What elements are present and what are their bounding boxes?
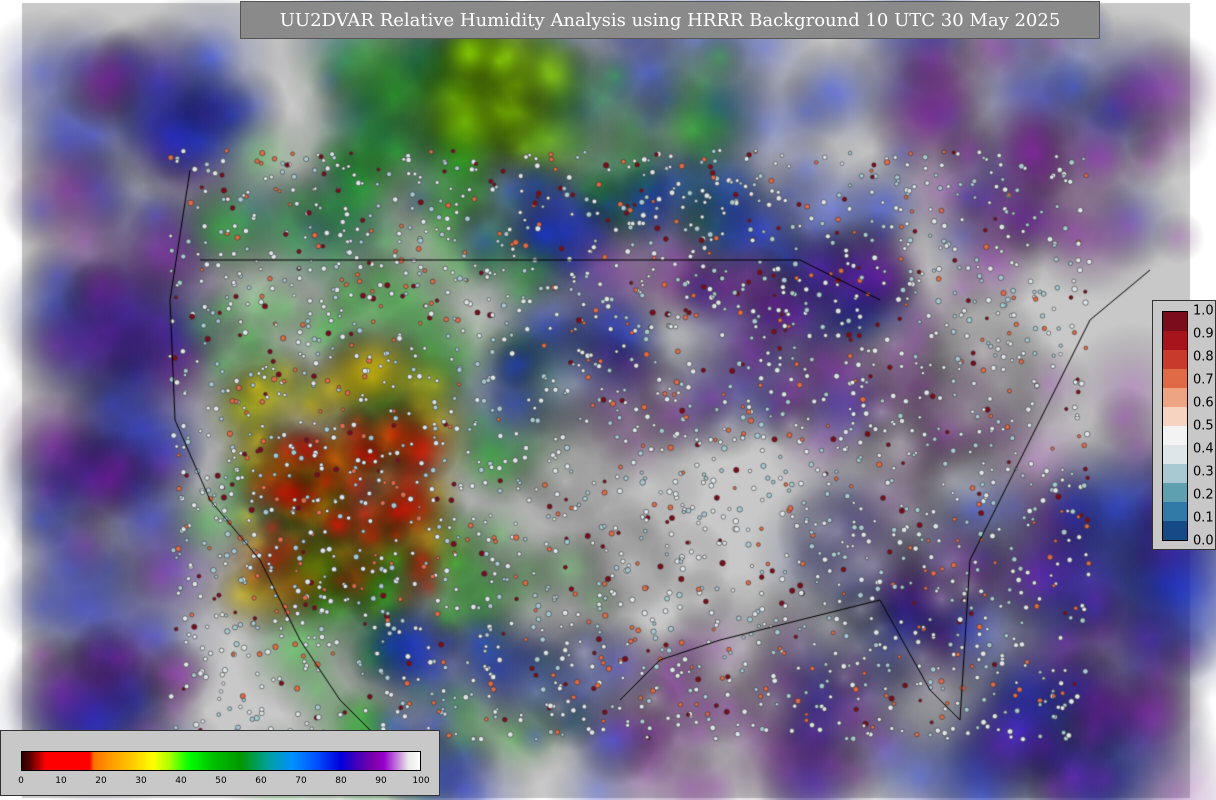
rh-colorbar-gradient — [21, 751, 421, 771]
prob-segment — [1163, 482, 1187, 502]
rh-tick-30: 30 — [135, 776, 147, 786]
prob-segment — [1163, 387, 1187, 407]
prob-segment — [1163, 520, 1187, 540]
rh-tick-100: 100 — [412, 776, 430, 786]
rh-tick-40: 40 — [175, 776, 187, 786]
station-colorbar-gradient — [1162, 311, 1188, 541]
prob-tick-0-5: 0.5 — [1193, 418, 1214, 434]
prob-tick-0-4: 0.4 — [1193, 441, 1214, 457]
prob-tick-0-3: 0.3 — [1193, 464, 1214, 480]
prob-segment — [1163, 368, 1187, 388]
prob-tick-0-7: 0.7 — [1193, 372, 1214, 388]
prob-tick-0-6: 0.6 — [1193, 395, 1214, 411]
station-colorbar: 1.0 0.9 0.8 0.7 0.6 0.5 0.4 0.3 0.2 0.1 … — [1152, 300, 1216, 550]
prob-segment — [1163, 406, 1187, 426]
rh-tick-60: 60 — [255, 776, 267, 786]
rh-tick-90: 90 — [375, 776, 387, 786]
prob-tick-0-1: 0.1 — [1193, 510, 1214, 526]
rh-tick-80: 80 — [335, 776, 347, 786]
prob-segment — [1163, 312, 1187, 331]
prob-segment — [1163, 501, 1187, 521]
prob-tick-0-2: 0.2 — [1193, 487, 1214, 503]
rh-tick-70: 70 — [295, 776, 307, 786]
prob-tick-0-0: 0.0 — [1193, 533, 1214, 549]
prob-tick-1-0: 1.0 — [1193, 303, 1214, 319]
prob-segment — [1163, 425, 1187, 445]
rh-colorbar: 0 10 20 30 40 50 60 70 80 90 100 — [0, 730, 440, 796]
rh-tick-20: 20 — [95, 776, 107, 786]
prob-segment — [1163, 330, 1187, 350]
prob-segment — [1163, 463, 1187, 483]
map-title: UU2DVAR Relative Humidity Analysis using… — [279, 9, 1061, 31]
humidity-map — [0, 0, 1216, 800]
prob-segment — [1163, 444, 1187, 464]
prob-tick-0-9: 0.9 — [1193, 326, 1214, 342]
title-banner: UU2DVAR Relative Humidity Analysis using… — [240, 1, 1100, 39]
prob-tick-0-8: 0.8 — [1193, 349, 1214, 365]
rh-tick-0: 0 — [18, 776, 24, 786]
rh-tick-10: 10 — [55, 776, 67, 786]
rh-tick-50: 50 — [215, 776, 227, 786]
prob-segment — [1163, 349, 1187, 369]
